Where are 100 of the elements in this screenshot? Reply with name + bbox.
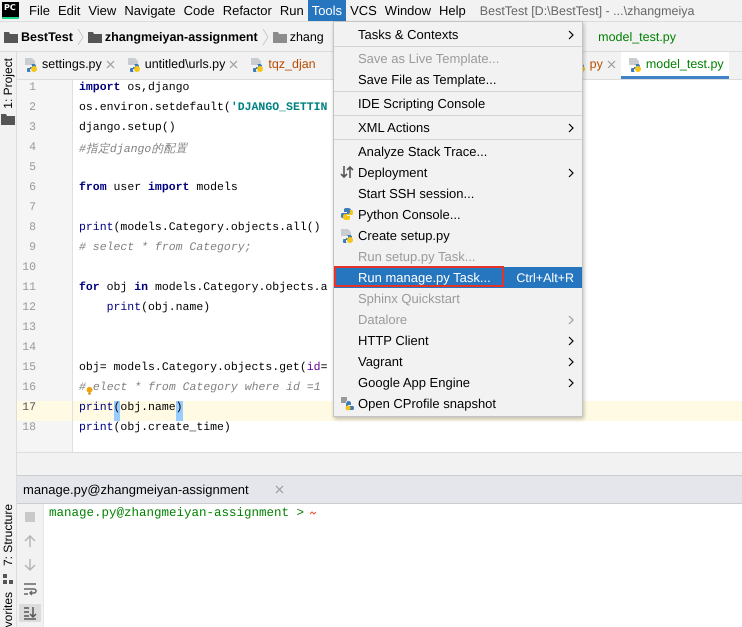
code-token: print [79, 401, 114, 416]
menu-entry[interactable]: Tasks & Contexts [334, 24, 582, 45]
menu-item[interactable]: Tools [308, 0, 346, 21]
menu-entry[interactable]: HTTP Client [334, 330, 582, 351]
tab-label: model_test.py [646, 57, 724, 71]
code-token: print [79, 221, 114, 236]
stop-icon[interactable] [24, 511, 36, 523]
line-number: 9 [28, 241, 37, 256]
code-token: (models.Category.objects.all() [114, 221, 321, 236]
close-icon[interactable] [274, 485, 284, 494]
line-number: 18 [21, 421, 37, 436]
code-token: elect * from Category where id =1 [92, 381, 321, 396]
menu-entry[interactable]: Save File as Template... [334, 69, 582, 90]
code-token: import [79, 81, 120, 96]
folder-icon [1, 112, 15, 125]
tab-label: py [590, 57, 603, 71]
line-number: 16 [21, 381, 37, 396]
menu-entry[interactable]: Python Console... [334, 204, 582, 225]
console-tab[interactable]: manage.py@zhangmeiyan-assignment [23, 482, 249, 497]
menu-item[interactable]: VCS [346, 0, 381, 21]
editor-tab[interactable]: model_test.py [620, 52, 729, 79]
up-down-arrows-icon [340, 165, 354, 179]
menu-entry[interactable]: Start SSH session... [334, 183, 582, 204]
up-arrow-icon[interactable] [24, 534, 36, 548]
python-file-icon [24, 56, 38, 72]
menu-entry[interactable]: Analyze Stack Trace... [334, 141, 582, 162]
editor-tab[interactable]: tqz_djan [243, 52, 321, 79]
menu-item[interactable]: Window [380, 0, 436, 21]
code-token: obj.name [120, 401, 176, 416]
line-number: 3 [28, 121, 37, 136]
code-token: ( [114, 401, 120, 421]
close-icon[interactable] [606, 60, 616, 68]
code-token: print [79, 421, 114, 436]
app-logo: PC [2, 2, 19, 19]
close-icon[interactable] [106, 60, 115, 68]
tool-window-button[interactable]: vorites [0, 592, 16, 627]
code-token: 'DJANGO_SETTIN [230, 101, 328, 116]
menu-entry[interactable]: IDE Scripting Console [334, 93, 582, 114]
window-title: BestTest [D:\BestTest] - ...\zhangmeiya [480, 4, 694, 18]
menu-item[interactable]: Navigate [120, 0, 180, 21]
menu-entry[interactable]: Vagrant [334, 351, 582, 372]
menu-item[interactable]: Refactor [218, 0, 276, 21]
menu-item[interactable]: Help [435, 0, 470, 21]
code-token: = [320, 361, 328, 376]
menu-entry[interactable]: Deployment [334, 162, 582, 183]
code-token: for [79, 281, 100, 296]
menu-item[interactable]: File [25, 0, 54, 21]
line-number: 8 [28, 221, 37, 236]
menu-entry[interactable]: Google App Engine [334, 372, 582, 393]
soft-wrap-icon[interactable] [23, 582, 37, 596]
python-file-icon [628, 56, 642, 72]
menu-entry[interactable]: Run manage.py Task... Ctrl+Alt+R [334, 267, 582, 288]
menu-entry[interactable]: XML Actions [334, 117, 582, 138]
editor-tab[interactable]: settings.py [17, 52, 120, 79]
python-file-icon [126, 56, 141, 72]
scroll-to-end-icon[interactable] [23, 606, 37, 620]
menu-item[interactable]: View [84, 0, 120, 21]
line-number: 1 [28, 81, 37, 96]
python-profile-icon [340, 396, 355, 411]
breadcrumb-item[interactable]: model_test.py [598, 30, 676, 44]
menu-entry[interactable]: Open CProfile snapshot [334, 393, 582, 414]
code-token: os.environ.setdefault( [79, 101, 231, 116]
menu-item[interactable]: Code [180, 0, 219, 21]
code-token: import [148, 181, 190, 196]
structure-icon [3, 574, 13, 584]
tool-window-button[interactable]: 1: Project [0, 58, 16, 109]
tool-window-button[interactable]: 7: Structure [0, 504, 16, 566]
menu-item[interactable]: Run [276, 0, 308, 21]
tab-label: tqz_djan [268, 57, 316, 71]
folder-icon [4, 30, 18, 42]
python-file-icon [250, 56, 264, 72]
tab-label: settings.py [42, 57, 102, 71]
code-token: ) [176, 401, 183, 421]
code-token: (obj.name) [141, 301, 210, 316]
breadcrumb-separator-icon [76, 28, 84, 46]
code-token: # [79, 381, 86, 396]
code-token: obj [106, 281, 128, 296]
menu-entry[interactable]: Create setup.py [334, 225, 582, 246]
code-token: models [195, 181, 238, 196]
line-number: 4 [28, 141, 37, 156]
breadcrumb-item[interactable]: zhangmeiyan-assignment [104, 30, 258, 44]
line-number: 17 [17, 401, 72, 421]
line-number: 7 [28, 201, 37, 216]
code-token: in [134, 281, 148, 296]
code-token: from [79, 181, 107, 196]
line-number: 11 [21, 281, 37, 296]
menu-item[interactable]: Edit [54, 0, 84, 21]
folder-icon [272, 30, 287, 42]
line-number: 10 [21, 261, 37, 276]
breadcrumb-item[interactable]: BestTest [21, 30, 73, 44]
line-number: 2 [28, 101, 37, 116]
close-icon[interactable] [229, 60, 238, 68]
down-arrow-icon[interactable] [24, 558, 36, 572]
tab-label: untitled\urls.py [144, 57, 226, 71]
line-number: 15 [21, 361, 37, 376]
breadcrumb-item[interactable]: zhang [290, 30, 324, 44]
folder-icon [88, 30, 102, 42]
code-token: # select * from Category; [79, 241, 252, 256]
python-logo-icon [340, 207, 354, 221]
editor-tab[interactable]: untitled\urls.py [120, 52, 244, 79]
